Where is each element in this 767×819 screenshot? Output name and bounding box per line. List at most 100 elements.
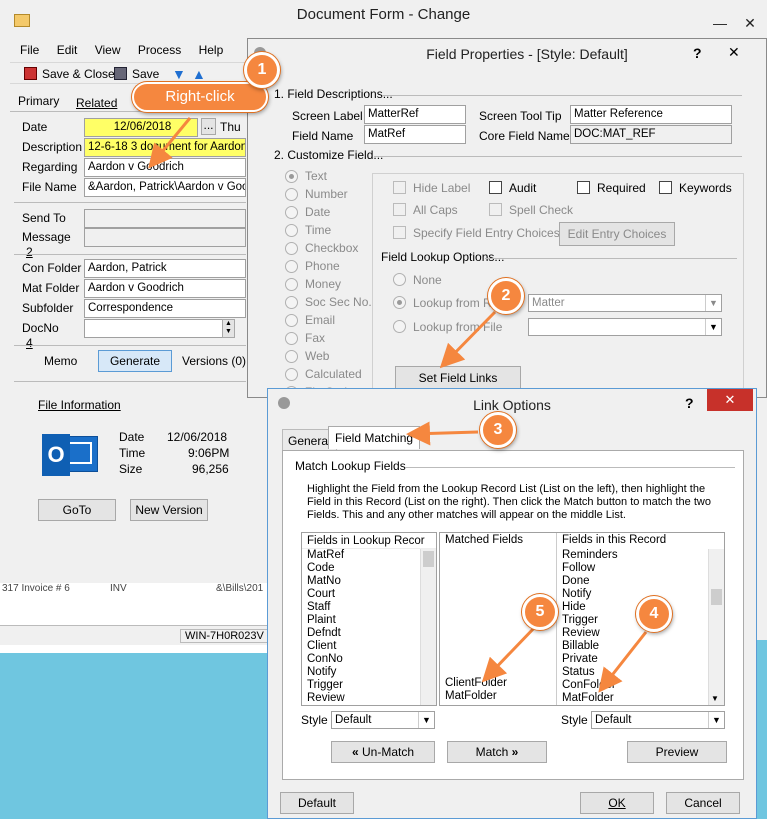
style-left-select[interactable]: Default ▼: [331, 711, 435, 729]
lookup-field-item[interactable]: MatRef: [302, 549, 436, 562]
required-checkbox[interactable]: [577, 181, 590, 194]
lookup-from-file-radio[interactable]: [393, 320, 406, 333]
filename-field[interactable]: &Aardon, Patrick\Aardon v Goodrich: [84, 178, 246, 197]
record-field-item[interactable]: Private: [557, 653, 618, 666]
lookup-scrollbar[interactable]: [420, 549, 436, 705]
regarding-field[interactable]: Aardon v Goodrich: [84, 158, 246, 177]
docno-field[interactable]: [84, 319, 234, 338]
lookup-record-select[interactable]: Matter ▼: [528, 294, 722, 312]
unmatch-button[interactable]: « Un-Match: [331, 741, 435, 763]
message-field[interactable]: [84, 228, 246, 247]
cancel-button[interactable]: Cancel: [666, 792, 740, 814]
lookup-field-item[interactable]: Plaint: [302, 614, 436, 627]
tab-field-matching[interactable]: Field Matching: [328, 426, 421, 449]
matched-field-item[interactable]: MatFolder: [440, 690, 507, 703]
lookup-field-item[interactable]: Defndt: [302, 627, 436, 640]
field-type-radio[interactable]: [285, 170, 298, 183]
save-button[interactable]: Save: [132, 67, 159, 81]
arrow-down-icon[interactable]: ▼: [172, 66, 186, 82]
menu-view[interactable]: View: [95, 43, 121, 57]
record-field-item[interactable]: Status: [557, 666, 618, 679]
lookup-from-record-radio[interactable]: [393, 296, 406, 309]
field-name-field[interactable]: MatRef: [364, 125, 466, 144]
lookup-field-item[interactable]: Court: [302, 588, 436, 601]
record-field-item[interactable]: Hide: [557, 601, 618, 614]
record-field-item[interactable]: MatFolder: [557, 692, 618, 705]
lookup-field-item[interactable]: Trigger: [302, 679, 436, 692]
matfolder-field[interactable]: Aardon v Goodrich: [84, 279, 246, 298]
specify-choices-checkbox[interactable]: [393, 226, 406, 239]
set-field-links-button[interactable]: Set Field Links: [395, 366, 521, 390]
record-field-item[interactable]: Billable: [557, 640, 618, 653]
menu-process[interactable]: Process: [138, 43, 181, 57]
subfolder-field[interactable]: Correspondence: [84, 299, 246, 318]
lookup-none-radio[interactable]: [393, 273, 406, 286]
keywords-checkbox[interactable]: [659, 181, 672, 194]
matched-fields-list[interactable]: Matched Fields Fields in this Record Cli…: [439, 532, 725, 706]
record-field-item[interactable]: Notify: [557, 588, 618, 601]
record-field-item[interactable]: Reminders: [557, 549, 618, 562]
docno-spinner[interactable]: ▲ ▼: [222, 319, 235, 338]
lookup-fields-list[interactable]: Fields in Lookup Recor MatRef Code MatNo Co…: [301, 532, 437, 706]
generate-button[interactable]: Generate: [98, 350, 172, 372]
date-field[interactable]: 12/06/2018: [84, 118, 198, 137]
description-field[interactable]: 12-6-18 3 document for Aardon: [84, 138, 246, 157]
tab-related[interactable]: Related: [76, 96, 117, 110]
link-options-help-icon[interactable]: ?: [685, 395, 694, 411]
field-type-radio[interactable]: [285, 224, 298, 237]
record-field-item[interactable]: Done: [557, 575, 618, 588]
screen-label-field[interactable]: MatterRef: [364, 105, 466, 124]
lookup-field-item[interactable]: Review: [302, 692, 436, 705]
tooltip-field[interactable]: Matter Reference: [570, 105, 732, 124]
lookup-field-item[interactable]: Notify: [302, 666, 436, 679]
field-type-radio[interactable]: [285, 188, 298, 201]
field-type-radio[interactable]: [285, 368, 298, 381]
date-picker-button[interactable]: ...: [201, 118, 216, 135]
all-caps-checkbox[interactable]: [393, 203, 406, 216]
field-type-radio[interactable]: [285, 296, 298, 309]
default-button[interactable]: Default: [280, 792, 354, 814]
new-version-button[interactable]: New Version: [130, 499, 208, 521]
sendto-field[interactable]: [84, 209, 246, 228]
lookup-field-item[interactable]: Code: [302, 562, 436, 575]
menu-file[interactable]: File: [20, 43, 39, 57]
lookup-field-item[interactable]: Staff: [302, 601, 436, 614]
record-field-item[interactable]: Trigger: [557, 614, 618, 627]
audit-checkbox[interactable]: [489, 181, 502, 194]
menu-help[interactable]: Help: [199, 43, 224, 57]
field-type-radio[interactable]: [285, 332, 298, 345]
field-type-radio[interactable]: [285, 350, 298, 363]
minimize-icon[interactable]: —: [703, 12, 737, 32]
tab-primary[interactable]: Primary: [18, 94, 59, 108]
field-type-radio[interactable]: [285, 242, 298, 255]
record-field-item[interactable]: Follow: [557, 562, 618, 575]
record-scrollbar[interactable]: ▼: [708, 549, 724, 705]
lookup-field-item[interactable]: MatNo: [302, 575, 436, 588]
close-icon[interactable]: ✕: [733, 12, 767, 32]
field-type-radio[interactable]: [285, 260, 298, 273]
style-right-select[interactable]: Default ▼: [591, 711, 725, 729]
field-type-radio[interactable]: [285, 206, 298, 219]
field-type-radio[interactable]: [285, 278, 298, 291]
record-field-item[interactable]: ConFolder: [557, 679, 618, 692]
menu-edit[interactable]: Edit: [57, 43, 78, 57]
hide-label-checkbox[interactable]: [393, 181, 406, 194]
lookup-file-select[interactable]: ▼: [528, 318, 722, 336]
lookup-field-item[interactable]: ConNo: [302, 653, 436, 666]
goto-button[interactable]: GoTo: [38, 499, 116, 521]
save-close-button[interactable]: Save & Close: [42, 67, 115, 81]
lookup-field-item[interactable]: Client: [302, 640, 436, 653]
field-props-close-icon[interactable]: ✕: [728, 44, 740, 61]
match-button[interactable]: Match »: [447, 741, 547, 763]
link-options-close-icon[interactable]: ✕: [707, 389, 753, 411]
arrow-up-icon[interactable]: ▲: [192, 66, 206, 82]
field-props-help-icon[interactable]: ?: [693, 45, 702, 61]
field-type-radio[interactable]: [285, 314, 298, 327]
confolder-field[interactable]: Aardon, Patrick: [84, 259, 246, 278]
matched-field-item[interactable]: ClientFolder: [440, 677, 507, 690]
spell-check-checkbox[interactable]: [489, 203, 502, 216]
preview-button[interactable]: Preview: [627, 741, 727, 763]
record-field-item[interactable]: Review: [557, 627, 618, 640]
ok-button[interactable]: OK: [580, 792, 654, 814]
edit-choices-button[interactable]: Edit Entry Choices: [559, 222, 675, 246]
